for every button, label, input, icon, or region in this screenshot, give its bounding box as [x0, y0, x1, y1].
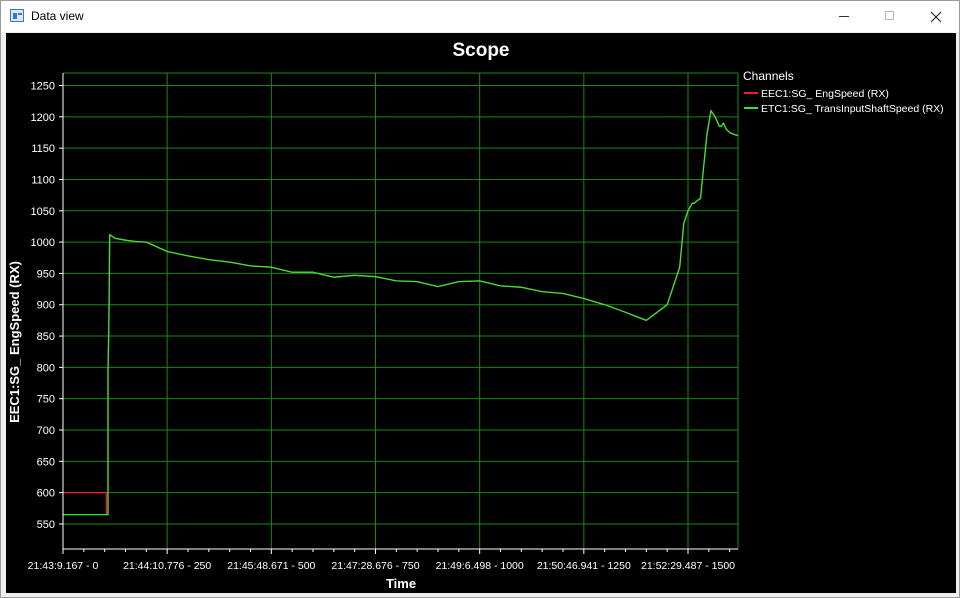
window-title: Data view — [31, 9, 84, 23]
x-tick-label: 21:45:48.671 - 500 — [227, 560, 315, 572]
legend-label-transinputshaftspeed: ETC1:SG_ TransInputShaftSpeed (RX) — [761, 103, 944, 115]
chart-title: Scope — [452, 40, 509, 61]
y-tick-label: 1100 — [31, 174, 55, 186]
x-tick-label: 21:44:10.776 - 250 — [123, 560, 211, 572]
y-axis-label: EEC1:SG_ EngSpeed (RX) — [7, 261, 22, 423]
y-tick-label: 700 — [37, 425, 55, 437]
y-tick-label: 900 — [37, 300, 55, 312]
x-tick-label: 21:50:46.941 - 1250 — [537, 560, 631, 572]
y-tick-label: 1050 — [31, 206, 55, 218]
minimize-button[interactable] — [821, 1, 867, 32]
y-tick-label: 1200 — [31, 112, 55, 124]
y-tick-label: 750 — [37, 394, 55, 406]
data-view-window: Data view Scope EEC1:SG_ EngSpeed (RX) T… — [0, 0, 960, 598]
data-view-app-icon — [10, 9, 24, 22]
y-tick-label: 800 — [37, 362, 55, 374]
y-tick-label: 1150 — [31, 143, 55, 155]
y-tick-label: 950 — [37, 268, 55, 280]
legend-title: Channels — [743, 69, 794, 83]
scope-chart: Scope EEC1:SG_ EngSpeed (RX) Time 550 600… — [6, 33, 956, 593]
y-tick-label: 1250 — [31, 81, 55, 93]
y-tick-label: 850 — [37, 331, 55, 343]
x-tick-label: 21:47:28.676 - 750 — [331, 560, 419, 572]
scope-chart-area: Scope EEC1:SG_ EngSpeed (RX) Time 550 600… — [6, 33, 956, 593]
y-tick-label: 1000 — [31, 237, 55, 249]
title-bar[interactable]: Data view — [1, 1, 959, 32]
maximize-button[interactable] — [867, 1, 913, 32]
legend-label-engspeed: EEC1:SG_ EngSpeed (RX) — [761, 88, 889, 100]
x-tick-label: 21:49:6.498 - 1000 — [436, 560, 524, 572]
close-button[interactable] — [913, 1, 959, 32]
close-icon — [930, 11, 942, 23]
x-tick-label: 21:43:9.167 - 0 — [28, 560, 99, 572]
y-tick-label: 550 — [37, 519, 55, 531]
y-tick-label: 650 — [37, 456, 55, 468]
y-tick-label: 600 — [37, 488, 55, 500]
x-tick-label: 21:52:29.487 - 1500 — [641, 560, 735, 572]
x-axis-label: Time — [386, 576, 416, 591]
